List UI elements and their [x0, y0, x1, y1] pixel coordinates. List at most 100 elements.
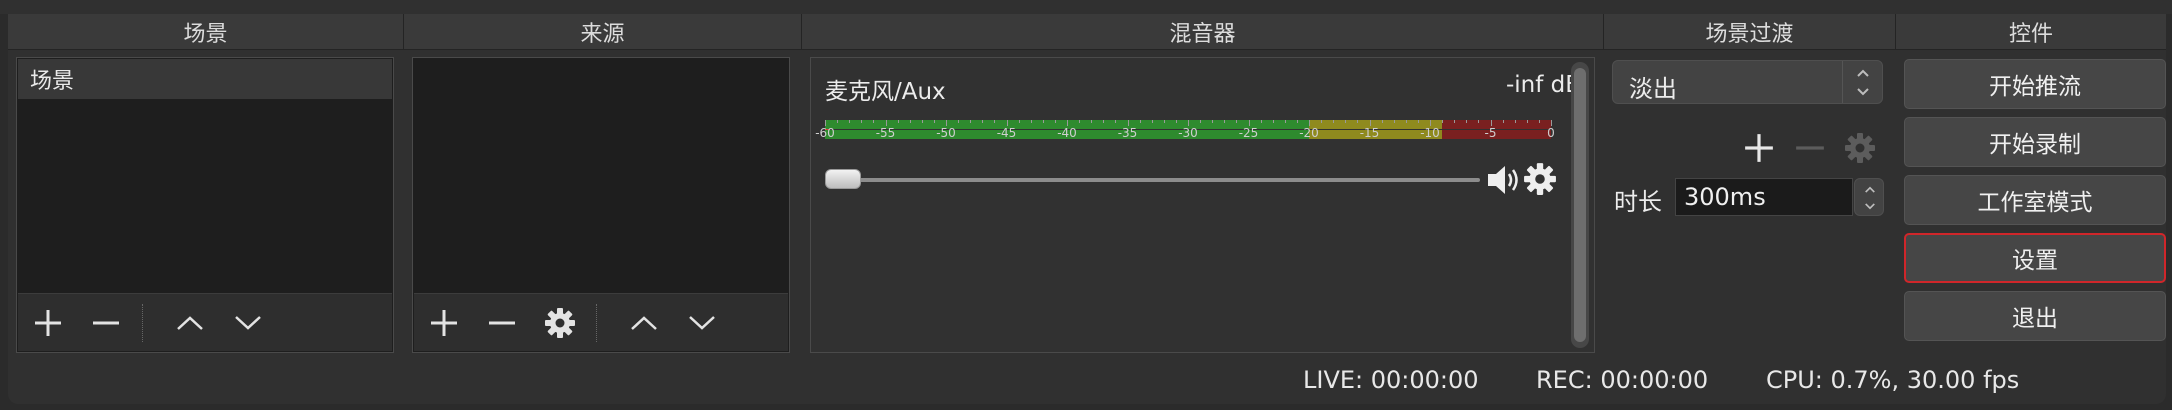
meter-tick — [982, 120, 984, 123]
duration-label: 时长 — [1614, 188, 1662, 216]
cpu-status: CPU: 0.7%, 30.00 fps — [1766, 366, 2020, 394]
volume-slider-handle[interactable] — [825, 169, 861, 189]
meter-tick-label: -35 — [1117, 126, 1138, 140]
transitions-header: 场景过渡 — [1604, 14, 1896, 50]
docks-area: 场景 来源 混音器 场景过渡 控件 场景 麦克风/Aux -inf dB -60… — [8, 14, 2166, 404]
scenes-toolbar — [18, 293, 392, 351]
transition-select[interactable]: 淡出 — [1612, 60, 1883, 104]
move-scene-up-icon[interactable] — [164, 294, 216, 352]
remove-transition-icon[interactable] — [1788, 126, 1832, 170]
meter-tick — [909, 120, 911, 123]
start-streaming-button[interactable]: 开始推流 — [1904, 59, 2166, 109]
meter-tick — [1018, 120, 1020, 123]
meter-tick — [897, 120, 899, 123]
meter-red-zone — [1442, 130, 1551, 139]
add-transition-icon[interactable] — [1737, 126, 1781, 170]
toolbar-separator — [142, 304, 143, 342]
meter-tick — [1139, 120, 1141, 123]
studio-mode-button[interactable]: 工作室模式 — [1904, 175, 2166, 225]
remove-scene-icon[interactable] — [80, 294, 132, 352]
toolbar-separator — [596, 304, 597, 342]
scenes-panel: 场景 — [16, 57, 394, 353]
settings-button[interactable]: 设置 — [1904, 233, 2166, 283]
meter-tick-label: -15 — [1359, 126, 1380, 140]
meter-tick — [1454, 120, 1456, 123]
sources-toolbar — [414, 293, 788, 351]
move-source-up-icon[interactable] — [618, 294, 670, 352]
meter-tick-label: -40 — [1057, 126, 1077, 140]
meter-tick — [1200, 120, 1202, 123]
meter-tick — [1236, 120, 1238, 123]
chevron-down-icon[interactable] — [1855, 198, 1885, 214]
live-status: LIVE: 00:00:00 — [1303, 366, 1479, 394]
sources-header: 来源 — [404, 14, 802, 50]
mixer-header: 混音器 — [802, 14, 1604, 50]
meter-tick — [1321, 120, 1323, 123]
meter-tick — [1175, 120, 1177, 123]
volume-slider-track[interactable] — [825, 178, 1480, 182]
meter-tick — [1284, 120, 1286, 123]
start-recording-button[interactable]: 开始录制 — [1904, 117, 2166, 167]
meter-tick — [970, 120, 972, 123]
meter-tick — [1115, 120, 1117, 123]
meter-tick — [1514, 120, 1516, 123]
meter-tick — [958, 120, 960, 123]
chevron-down-icon — [1843, 82, 1883, 102]
meter-tick — [1260, 120, 1262, 123]
meter-tick — [1345, 120, 1347, 123]
meter-tick — [1296, 120, 1298, 123]
meter-tick — [1478, 120, 1480, 123]
meter-tick — [1405, 120, 1407, 123]
meter-tick — [1030, 120, 1032, 123]
meter-scale: -60 -55 -50 -45 -40 -35 -30 -25 -20 -15 -10 -5 0 — [815, 120, 1555, 166]
meter-tick — [1442, 120, 1444, 123]
meter-tick-label: -30 — [1178, 126, 1198, 140]
duration-stepper[interactable] — [1854, 178, 1884, 216]
meter-tick — [1417, 120, 1419, 123]
rec-status: REC: 00:00:00 — [1536, 366, 1709, 394]
meter-tick — [1526, 120, 1528, 123]
transition-select-arrows[interactable] — [1842, 61, 1882, 103]
meter-tick — [1163, 120, 1165, 123]
scenes-header: 场景 — [8, 14, 404, 50]
meter-tick — [1079, 120, 1081, 123]
duration-field[interactable] — [1675, 178, 1853, 216]
exit-button[interactable]: 退出 — [1904, 291, 2166, 341]
meter-tick-label: 0 — [1547, 126, 1555, 140]
meter-tick-label: -20 — [1299, 126, 1319, 140]
remove-source-icon[interactable] — [476, 294, 528, 352]
chevron-up-icon — [1843, 63, 1883, 83]
meter-tick — [1502, 120, 1504, 123]
meter-tick — [1466, 120, 1468, 123]
audio-track-name: 麦克风/Aux — [825, 79, 946, 105]
meter-tick — [933, 120, 935, 123]
mixer-scrollbar-thumb[interactable] — [1574, 68, 1586, 342]
meter-tick — [873, 120, 875, 123]
meter-tick — [849, 120, 851, 123]
scene-list-item[interactable]: 场景 — [18, 59, 392, 99]
chevron-up-icon[interactable] — [1855, 181, 1885, 197]
meter-tick — [1151, 120, 1153, 123]
move-source-down-icon[interactable] — [676, 294, 728, 352]
meter-tick — [861, 120, 863, 123]
controls-header: 控件 — [1896, 14, 2166, 50]
move-scene-down-icon[interactable] — [222, 294, 274, 352]
transition-properties-gear-icon[interactable] — [1838, 126, 1882, 170]
source-properties-gear-icon[interactable] — [534, 294, 586, 352]
add-scene-icon[interactable] — [22, 294, 74, 352]
meter-tick-label: -5 — [1484, 126, 1497, 140]
meter-tick — [1393, 120, 1395, 123]
add-source-icon[interactable] — [418, 294, 470, 352]
meter-tick — [1333, 120, 1335, 123]
meter-tick — [837, 120, 839, 123]
mixer-gear-icon[interactable] — [1523, 162, 1559, 198]
meter-tick-label: -10 — [1420, 126, 1440, 140]
meter-red-zone — [1442, 120, 1551, 129]
audio-mixer-panel: 麦克风/Aux -inf dB -60 -55 -50 -45 -40 -35 -30 -25… — [810, 57, 1595, 353]
obs-window: 场景 来源 混音器 场景过渡 控件 场景 麦克风/Aux -inf dB -60… — [0, 0, 2172, 410]
dock-headers: 场景 来源 混音器 场景过渡 控件 — [8, 14, 2166, 50]
transition-select-value: 淡出 — [1629, 75, 1677, 103]
speaker-mute-icon[interactable] — [1485, 162, 1525, 198]
meter-tick — [1272, 120, 1274, 123]
meter-tick-label: -55 — [875, 126, 896, 140]
